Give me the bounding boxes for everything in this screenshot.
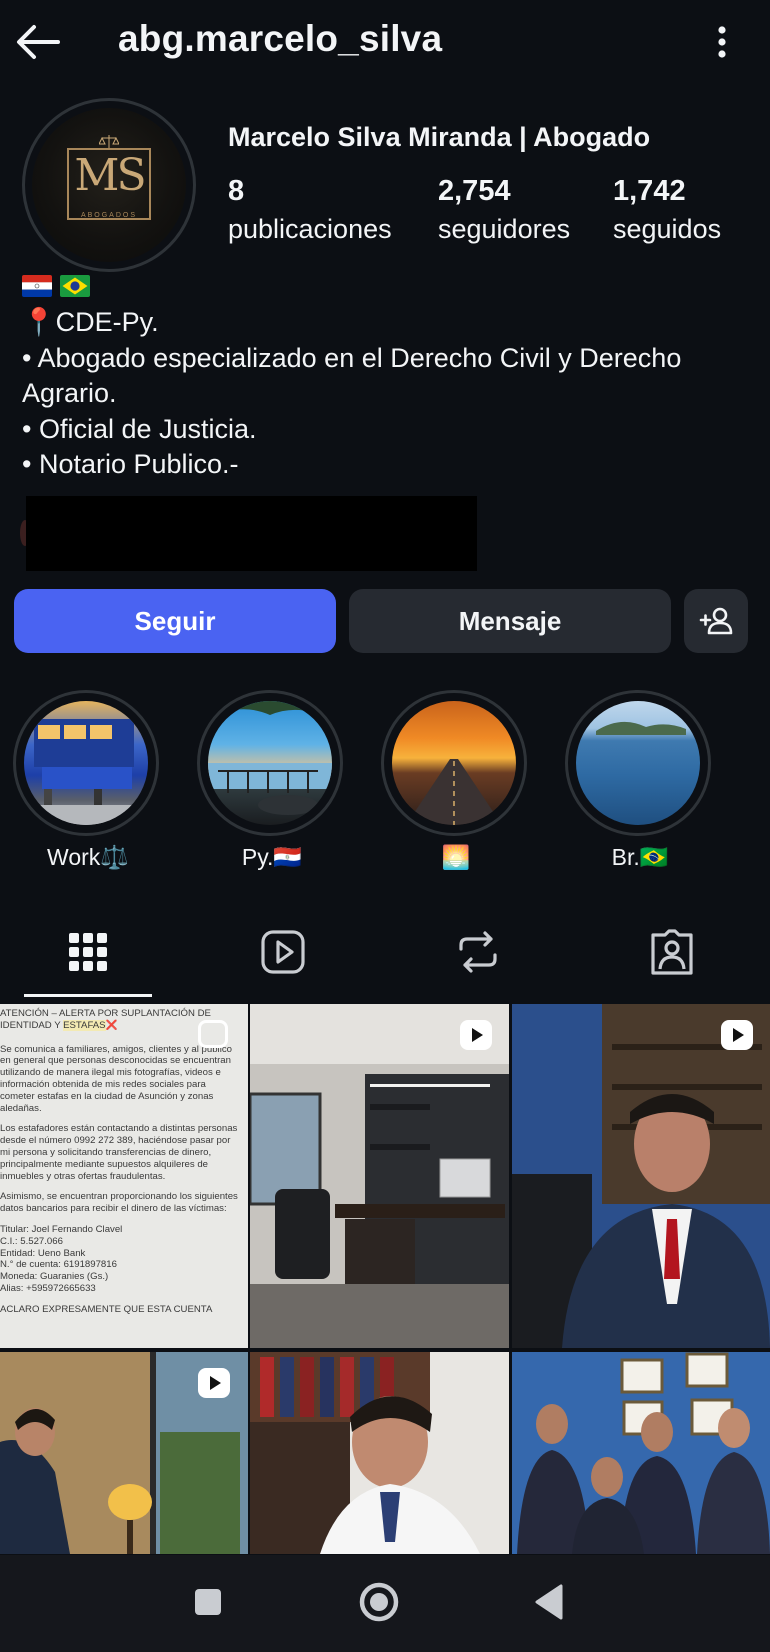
active-tab-indicator	[24, 994, 152, 997]
following-count[interactable]: 1,742	[613, 175, 686, 208]
avatar-logo-subtext: ABOGADOS	[80, 212, 138, 219]
notice-title: IDENTIDAD Y	[0, 1019, 64, 1031]
notice-title: ATENCIÓN – ALERTA POR SUPLANTACIÓN DE	[0, 1008, 211, 1019]
followers-count[interactable]: 2,754	[438, 175, 511, 208]
post-writing-portrait[interactable]	[250, 1352, 509, 1554]
bio-line: Agrario.	[22, 378, 117, 408]
home-circle-icon[interactable]	[357, 1580, 401, 1624]
notice-paragraph: ACLARO EXPRESAMENTE QUE ESTA CUENTA	[0, 1303, 213, 1315]
redacted-block	[26, 496, 477, 571]
post-lawyer-portrait[interactable]	[512, 1004, 770, 1348]
highlight-label: Py.🇵🇾	[241, 844, 303, 870]
notice-paragraph: Asimismo, se encuentran proporcionando l…	[0, 1191, 238, 1215]
notice-bank-line: Titular: Joel Fernando Clavel	[0, 1223, 123, 1235]
reel-indicator-icon	[198, 1368, 230, 1398]
back-arrow-icon[interactable]	[14, 22, 62, 62]
post-office[interactable]	[250, 1004, 509, 1348]
more-options-icon[interactable]	[712, 22, 732, 62]
sunset-road-photo	[406, 759, 502, 825]
notice-bank-line: Alias: +595972665633	[0, 1282, 96, 1294]
post-scam-notice[interactable]: ATENCIÓN – ALERTA POR SUPLANTACIÓN DE ID…	[0, 1004, 248, 1348]
back-triangle-icon[interactable]	[534, 1584, 564, 1620]
notice-bank-line: Entidad: Ueno Bank	[0, 1247, 86, 1259]
tagged-icon[interactable]	[645, 925, 699, 979]
highlight-paraguay[interactable]	[208, 701, 332, 825]
profile-full-name: Marcelo Silva Miranda | Abogado	[228, 122, 651, 152]
posts-label[interactable]: publicaciones	[228, 214, 392, 245]
carousel-icon	[198, 1020, 228, 1048]
pool-photo	[208, 701, 332, 815]
bio-line: 📍CDE-Py.	[22, 307, 159, 337]
notice-title-highlight: ESTAFAS	[63, 1019, 106, 1031]
notice-bank-line: C.I.: 5.527.066	[0, 1235, 63, 1247]
reel-indicator-icon	[460, 1020, 492, 1050]
profile-username: abg.marcelo_silva	[118, 18, 443, 59]
add-user-icon	[699, 607, 733, 635]
following-label[interactable]: seguidos	[613, 214, 721, 245]
reels-icon[interactable]	[256, 925, 310, 979]
recents-square-icon[interactable]	[193, 1587, 223, 1617]
highlight-label: Work⚖️	[47, 844, 129, 870]
sea-photo	[596, 721, 686, 735]
highlight-label: Br.🇧🇷	[611, 844, 669, 870]
paraguay-flag-icon	[22, 275, 52, 297]
followers-label[interactable]: seguidores	[438, 214, 570, 245]
highlight-label: 🌅	[441, 844, 471, 870]
reel-indicator-icon	[721, 1020, 753, 1050]
cross-mark-icon: ❌	[105, 1019, 118, 1031]
follow-button[interactable]: Seguir	[14, 589, 336, 653]
bio-line: • Notario Publico.-	[22, 449, 239, 479]
notice-paragraph: Los estafadores están contactando a dist…	[0, 1123, 238, 1182]
post-group-photo[interactable]	[512, 1352, 770, 1554]
scale-logo-icon	[99, 135, 119, 148]
avatar-logo-text: MS	[74, 150, 146, 201]
bio-line: • Oficial de Justicia.	[22, 413, 257, 444]
grid-icon[interactable]	[61, 925, 115, 979]
highlight-sunset[interactable]	[392, 701, 516, 825]
highlight-brazil[interactable]	[576, 701, 700, 825]
message-button[interactable]: Mensaje	[349, 589, 671, 653]
highlight-work[interactable]	[24, 701, 148, 825]
notice-bank-line: N.° de cuenta: 6191897816	[0, 1259, 117, 1271]
suggest-users-button[interactable]	[684, 589, 748, 653]
building-photo	[24, 719, 148, 825]
posts-count[interactable]: 8	[228, 175, 244, 208]
bio-flags	[22, 275, 94, 297]
notice-bank-line: Moneda: Guaranies (Gs.)	[0, 1271, 109, 1283]
profile-bio: 📍CDE-Py. • Abogado especializado en el D…	[22, 305, 752, 483]
notice-paragraph: Se comunica a familiares, amigos, client…	[0, 1043, 232, 1114]
repost-icon[interactable]	[451, 925, 505, 979]
brazil-flag-icon	[60, 275, 91, 297]
bio-line: • Abogado especializado en el Derecho Ci…	[22, 342, 682, 373]
